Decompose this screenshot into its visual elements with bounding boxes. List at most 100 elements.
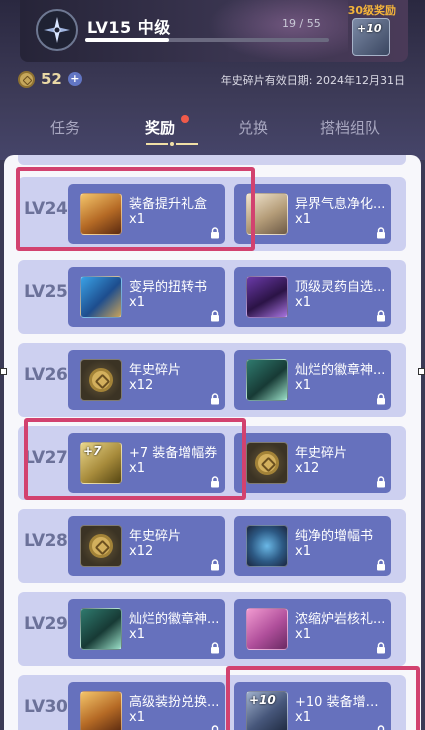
tab-partner-team[interactable]: 搭档组队 (320, 117, 380, 138)
lock-icon (211, 642, 219, 654)
item-quantity: x1 (129, 627, 145, 642)
previous-row-edge (18, 155, 406, 165)
lock-icon (377, 642, 385, 654)
reward-item[interactable]: 年史碎片 x12 (68, 350, 225, 410)
reward-item[interactable]: 顶级灵药自选... x1 (234, 267, 391, 327)
reward-item[interactable]: +10 +10 装备增幅... x1 (234, 682, 391, 730)
gold-chest-icon (80, 691, 122, 730)
coin-glyph (89, 534, 113, 558)
lock-icon (377, 393, 385, 405)
reward-item[interactable]: 装备提升礼盒 x1 (68, 184, 225, 244)
item-quantity: x1 (129, 710, 145, 725)
emblem-chest-icon (246, 359, 288, 401)
item-name: 纯净的增幅书 (295, 529, 374, 544)
item-name: 年史碎片 (129, 529, 182, 544)
level-progress-bar (85, 38, 329, 42)
reward-item[interactable]: 纯净的增幅书 x1 (234, 516, 391, 576)
tab-tasks[interactable]: 任务 (50, 117, 80, 138)
item-name: 灿烂的徽章神... (295, 363, 386, 378)
tab-bar: 任务 奖励 兑换 搭档组队 (0, 113, 425, 153)
lock-icon (377, 559, 385, 571)
item-name: 灿烂的徽章神... (129, 612, 220, 627)
item-quantity: x1 (295, 212, 311, 227)
reward-item[interactable]: 变异的扭转书 x1 (68, 267, 225, 327)
chronicle-coin-icon (246, 442, 288, 484)
lock-icon (211, 310, 219, 322)
pink-chest-icon (246, 608, 288, 650)
reward-row: LV30 高级装扮兑换... x1 +10 +10 装备增幅... x1 (18, 675, 406, 730)
tab-exchange[interactable]: 兑换 (238, 117, 268, 138)
row-level-label: LV25 (24, 282, 68, 302)
enhance-level-tag: +7 (83, 444, 102, 458)
item-quantity: x1 (129, 212, 145, 227)
item-quantity: x12 (295, 461, 320, 476)
lock-icon (211, 725, 219, 730)
character-art (208, 0, 348, 62)
item-quantity: x12 (129, 544, 154, 559)
reward-row: LV28 年史碎片 x12 纯净的增幅书 x1 (18, 509, 406, 583)
item-quantity: x1 (295, 295, 311, 310)
lock-icon (377, 310, 385, 322)
row-level-label: LV24 (24, 199, 68, 219)
tab-rewards[interactable]: 奖励 (145, 117, 175, 138)
amplify-ticket-icon: +10 (246, 691, 288, 730)
item-name: 年史碎片 (129, 363, 182, 378)
item-quantity: x1 (295, 627, 311, 642)
lock-icon (211, 476, 219, 488)
reward-row: LV26 年史碎片 x12 灿烂的徽章神... x1 (18, 343, 406, 417)
row-level-label: LV29 (24, 614, 68, 634)
potion-chest-icon (246, 276, 288, 318)
item-quantity: x1 (129, 295, 145, 310)
coin-glyph (89, 368, 113, 392)
level-card: LV15 中级 19 / 55 30级奖励 +10 (20, 0, 408, 62)
reward-item[interactable]: 异界气息净化... x1 (234, 184, 391, 244)
add-currency-button[interactable]: + (67, 72, 82, 86)
currency-count: 52 (41, 70, 62, 88)
reward-item[interactable]: 年史碎片 x12 (234, 433, 391, 493)
active-tab-underline-dot (170, 142, 174, 146)
lock-icon (211, 227, 219, 239)
reward-list-panel[interactable]: LV24 装备提升礼盒 x1 异界气息净化... x1 LV25 变异的扭转书 x1 顶级灵药自… (4, 155, 421, 730)
chronicle-coin-icon (80, 359, 122, 401)
header-banner: LV15 中级 19 / 55 30级奖励 +10 52 + 年史碎片有效日期:… (0, 0, 425, 160)
reward-row: LV27 +7 +7 装备增幅券 x1 年史碎片 x12 (18, 426, 406, 500)
emblem-chest-icon (80, 608, 122, 650)
row-level-label: LV30 (24, 697, 68, 717)
lock-icon (377, 725, 385, 730)
level-30-reward-icon[interactable]: +10 (352, 18, 390, 56)
row-level-label: LV28 (24, 531, 68, 551)
reward-badge: +10 (357, 22, 382, 35)
reward-item[interactable]: 浓缩炉岩核礼... x1 (234, 599, 391, 659)
level-title: LV15 中级 (87, 18, 171, 37)
reward-row: LV25 变异的扭转书 x1 顶级灵药自选... x1 (18, 260, 406, 334)
resize-handle-right[interactable] (418, 368, 425, 375)
lock-icon (377, 227, 385, 239)
resize-handle-left[interactable] (0, 368, 7, 375)
reward-item[interactable]: +7 +7 装备增幅券 x1 (68, 433, 225, 493)
item-name: +7 装备增幅券 (129, 446, 218, 461)
coin-glyph (255, 451, 279, 475)
lock-icon (377, 476, 385, 488)
reward-item[interactable]: 高级装扮兑换... x1 (68, 682, 225, 730)
currency-row: 52 + (18, 70, 82, 88)
reward-row: LV29 灿烂的徽章神... x1 浓缩炉岩核礼... x1 (18, 592, 406, 666)
chronicle-coin-icon (80, 525, 122, 567)
reward-item[interactable]: 灿烂的徽章神... x1 (234, 350, 391, 410)
lock-icon (211, 559, 219, 571)
item-quantity: x1 (295, 544, 311, 559)
item-name: 变异的扭转书 (129, 280, 208, 295)
item-quantity: x1 (295, 378, 311, 393)
active-tab-underline-right (176, 143, 198, 145)
item-quantity: x12 (129, 378, 154, 393)
reward-item[interactable]: 灿烂的徽章神... x1 (68, 599, 225, 659)
reward-row: LV24 装备提升礼盒 x1 异界气息净化... x1 (18, 177, 406, 251)
pure-book-icon (246, 525, 288, 567)
item-name: +10 装备增幅... (295, 695, 387, 710)
lock-icon (211, 393, 219, 405)
row-level-label: LV26 (24, 365, 68, 385)
reward-item[interactable]: 年史碎片 x12 (68, 516, 225, 576)
row-level-label: LV27 (24, 448, 68, 468)
active-tab-underline (146, 143, 168, 145)
item-name: 高级装扮兑换... (129, 695, 220, 710)
item-name: 异界气息净化... (295, 197, 386, 212)
